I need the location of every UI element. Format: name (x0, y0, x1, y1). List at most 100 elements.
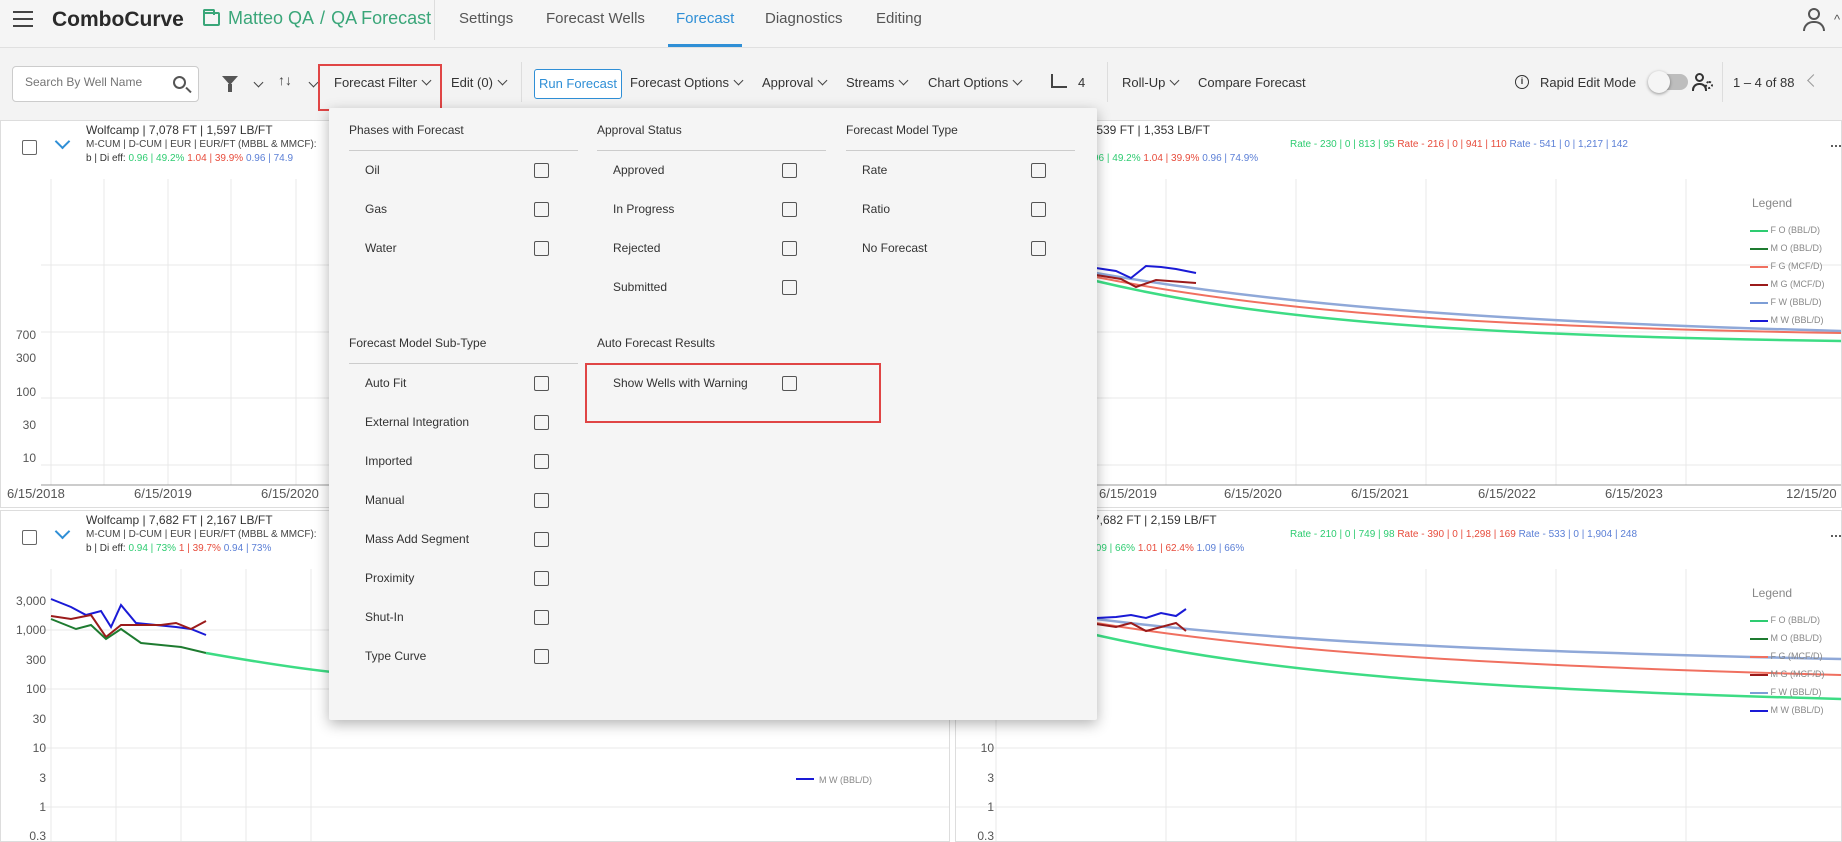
compare-forecast-button[interactable]: Compare Forecast (1198, 75, 1306, 90)
legend-label: F O (BBL/D) (1770, 225, 1821, 235)
legend-label: M O (BBL/D) (1770, 243, 1823, 253)
checkbox-rejected[interactable] (782, 241, 797, 256)
user-settings-icon[interactable] (1692, 73, 1714, 91)
water-rate-values: | 0 | 1,217 | 142 (1558, 139, 1628, 150)
checkbox-no-forecast[interactable] (1031, 241, 1046, 256)
checkbox-mass-add-segment[interactable] (534, 532, 549, 547)
checkbox-imported[interactable] (534, 454, 549, 469)
breadcrumb-project[interactable]: Matteo QA (228, 8, 314, 28)
checkbox-oil[interactable] (534, 163, 549, 178)
option-rate: Rate (862, 163, 888, 177)
run-forecast-button[interactable]: Run Forecast (534, 69, 622, 99)
gas-b-di: 1.04 | 39.9% (1143, 153, 1200, 164)
y-tick: 0.3 (29, 829, 46, 842)
checkbox-proximity[interactable] (534, 571, 549, 586)
legend-label: F W (BBL/D) (1770, 687, 1822, 697)
chart-icon[interactable] (1051, 74, 1067, 88)
well-b-di: b | Di eff: 0.96 | 49.2% 1.04 | 39.9% 0.… (86, 153, 293, 164)
checkbox-shut-in[interactable] (534, 610, 549, 625)
breadcrumb-scenario[interactable]: QA Forecast (331, 8, 431, 28)
y-tick: 0.3 (977, 829, 994, 842)
edit-label: Edit (0) (451, 75, 493, 90)
streams-button[interactable]: Streams (846, 75, 909, 90)
search-icon[interactable] (173, 76, 186, 89)
x-tick: 6/15/2020 (1224, 486, 1282, 501)
legend-swatch (1750, 247, 1768, 250)
chart-options-button[interactable]: Chart Options (928, 75, 1023, 90)
search-field[interactable] (12, 66, 199, 102)
streams-label: Streams (846, 75, 895, 90)
checkbox-water[interactable] (534, 241, 549, 256)
account-icon[interactable] (1803, 8, 1825, 32)
roll-up-button[interactable]: Roll-Up (1122, 75, 1180, 90)
legend-label: F G (MCF/D) (1770, 651, 1823, 661)
y-tick: 1 (39, 800, 46, 814)
rapid-edit-toggle[interactable] (1648, 71, 1688, 93)
folder-icon (203, 9, 220, 26)
option-external-integration: External Integration (365, 415, 470, 429)
gas-rate-values: | 0 | 1,298 | 169 (1446, 529, 1516, 540)
well-b-di: b | Di eff: 0.94 | 73% 1 | 39.7% 0.94 | … (86, 543, 271, 554)
checkbox-rate[interactable] (1031, 163, 1046, 178)
card-checkbox[interactable] (22, 530, 37, 545)
y-tick: 1,000 (16, 623, 46, 637)
legend-swatch (1750, 691, 1768, 694)
checkbox-submitted[interactable] (782, 280, 797, 295)
y-tick: 3 (987, 771, 994, 785)
breadcrumb-separator: / (320, 8, 326, 28)
tab-forecast[interactable]: Forecast (676, 10, 734, 27)
option-manual: Manual (365, 493, 405, 507)
chevron-down-icon (1012, 75, 1023, 86)
checkbox-auto-fit[interactable] (534, 376, 549, 391)
water-b-di: 1.09 | 66% (1196, 543, 1245, 554)
y-tick: 3,000 (16, 594, 46, 608)
filter-icon[interactable] (222, 76, 238, 92)
checkbox-in-progress[interactable] (782, 202, 797, 217)
more-options-icon[interactable]: ··· (1829, 525, 1841, 546)
forecast-options-button[interactable]: Forecast Options (630, 75, 744, 90)
chevron-down-icon (733, 75, 744, 86)
y-tick: 100 (16, 385, 36, 399)
checkbox-gas[interactable] (534, 202, 549, 217)
y-tick: 30 (23, 418, 37, 432)
x-tick: 6/15/2021 (1351, 486, 1409, 501)
checkbox-type-curve[interactable] (534, 649, 549, 664)
option-approved: Approved (613, 163, 665, 177)
gas-forecast-line (1095, 276, 1841, 334)
gas-b-di: 1.01 | 62.4% (1137, 543, 1194, 554)
checkbox-manual[interactable] (534, 493, 549, 508)
legend-label: F O (BBL/D) (1770, 615, 1821, 625)
checkbox-ratio[interactable] (1031, 202, 1046, 217)
divider (846, 150, 1075, 151)
chart-options-label: Chart Options (928, 75, 1009, 90)
chart-count: 4 (1078, 75, 1086, 90)
checkbox-approved[interactable] (782, 163, 797, 178)
more-options-icon[interactable]: ··· (1829, 135, 1841, 156)
y-tick: 100 (26, 682, 46, 696)
account-caret-icon[interactable]: ^ (1834, 12, 1840, 27)
breadcrumb: Matteo QA / QA Forecast (228, 8, 431, 29)
chevron-down-icon[interactable] (54, 523, 71, 540)
sort-icon[interactable]: ↑↓ (278, 72, 292, 88)
legend-swatch (1750, 301, 1768, 304)
tab-forecast-wells[interactable]: Forecast Wells (546, 10, 645, 27)
tab-diagnostics[interactable]: Diagnostics (765, 10, 843, 27)
info-icon: i (1515, 75, 1529, 89)
top-bar: ComboCurve Matteo QA / QA Forecast Setting… (0, 0, 1842, 48)
y-tick: 10 (981, 741, 995, 755)
brand-logo[interactable]: ComboCurve (52, 8, 184, 32)
divider (1107, 62, 1108, 102)
tab-editing[interactable]: Editing (876, 10, 922, 27)
chevron-down-icon[interactable] (54, 133, 71, 150)
oil-rate-label: Rate - 230 (1290, 139, 1337, 150)
approval-button[interactable]: Approval (762, 75, 828, 90)
well-metrics-header: M-CUM | D-CUM | EUR | EUR/FT (MBBL & MMC… (86, 529, 317, 540)
search-input[interactable] (25, 75, 165, 89)
tab-settings[interactable]: Settings (459, 10, 513, 27)
well-b-di: 96 | 49.2% 1.04 | 39.9% 0.96 | 74.9% (1093, 153, 1258, 164)
sub-type-section-title: Forecast Model Sub-Type (349, 336, 487, 350)
menu-icon[interactable] (13, 11, 33, 27)
edit-button[interactable]: Edit (0) (451, 75, 508, 90)
checkbox-external-integration[interactable] (534, 415, 549, 430)
card-checkbox[interactable] (22, 140, 37, 155)
